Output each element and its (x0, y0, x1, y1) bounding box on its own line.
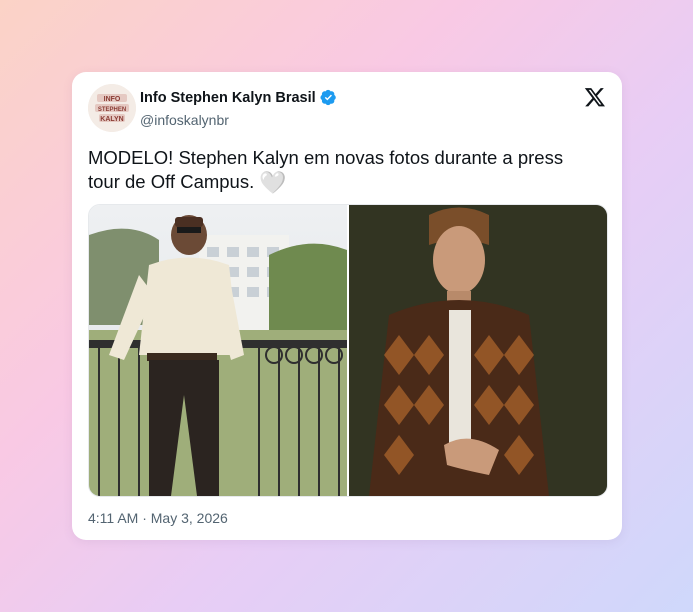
svg-text:KALYN: KALYN (100, 116, 123, 123)
photo-dark-portrait[interactable] (349, 205, 607, 496)
photo-balcony[interactable] (89, 205, 347, 496)
svg-text:STEPHEN: STEPHEN (98, 107, 126, 113)
display-name[interactable]: Info Stephen Kalyn Brasil (140, 89, 337, 106)
tweet-body: MODELO! Stephen Kalyn em novas fotos dur… (88, 147, 564, 192)
media-grid (88, 204, 608, 497)
tweet-card: INFO STEPHEN KALYN Info Stephen Kalyn Br… (72, 72, 622, 540)
white-heart-emoji: 🤍 (259, 170, 287, 195)
tweet-text: MODELO! Stephen Kalyn em novas fotos dur… (88, 146, 600, 195)
x-logo-icon[interactable] (584, 86, 606, 108)
svg-text:INFO: INFO (104, 96, 121, 103)
avatar-logo-icon: INFO STEPHEN KALYN (88, 84, 136, 132)
timestamp[interactable]: 4:11 AM · May 3, 2026 (88, 510, 228, 526)
display-name-text[interactable]: Info Stephen Kalyn Brasil (140, 90, 316, 106)
handle[interactable]: @infoskalynbr (140, 112, 229, 128)
avatar[interactable]: INFO STEPHEN KALYN (88, 84, 136, 132)
verified-badge-icon (320, 89, 336, 106)
